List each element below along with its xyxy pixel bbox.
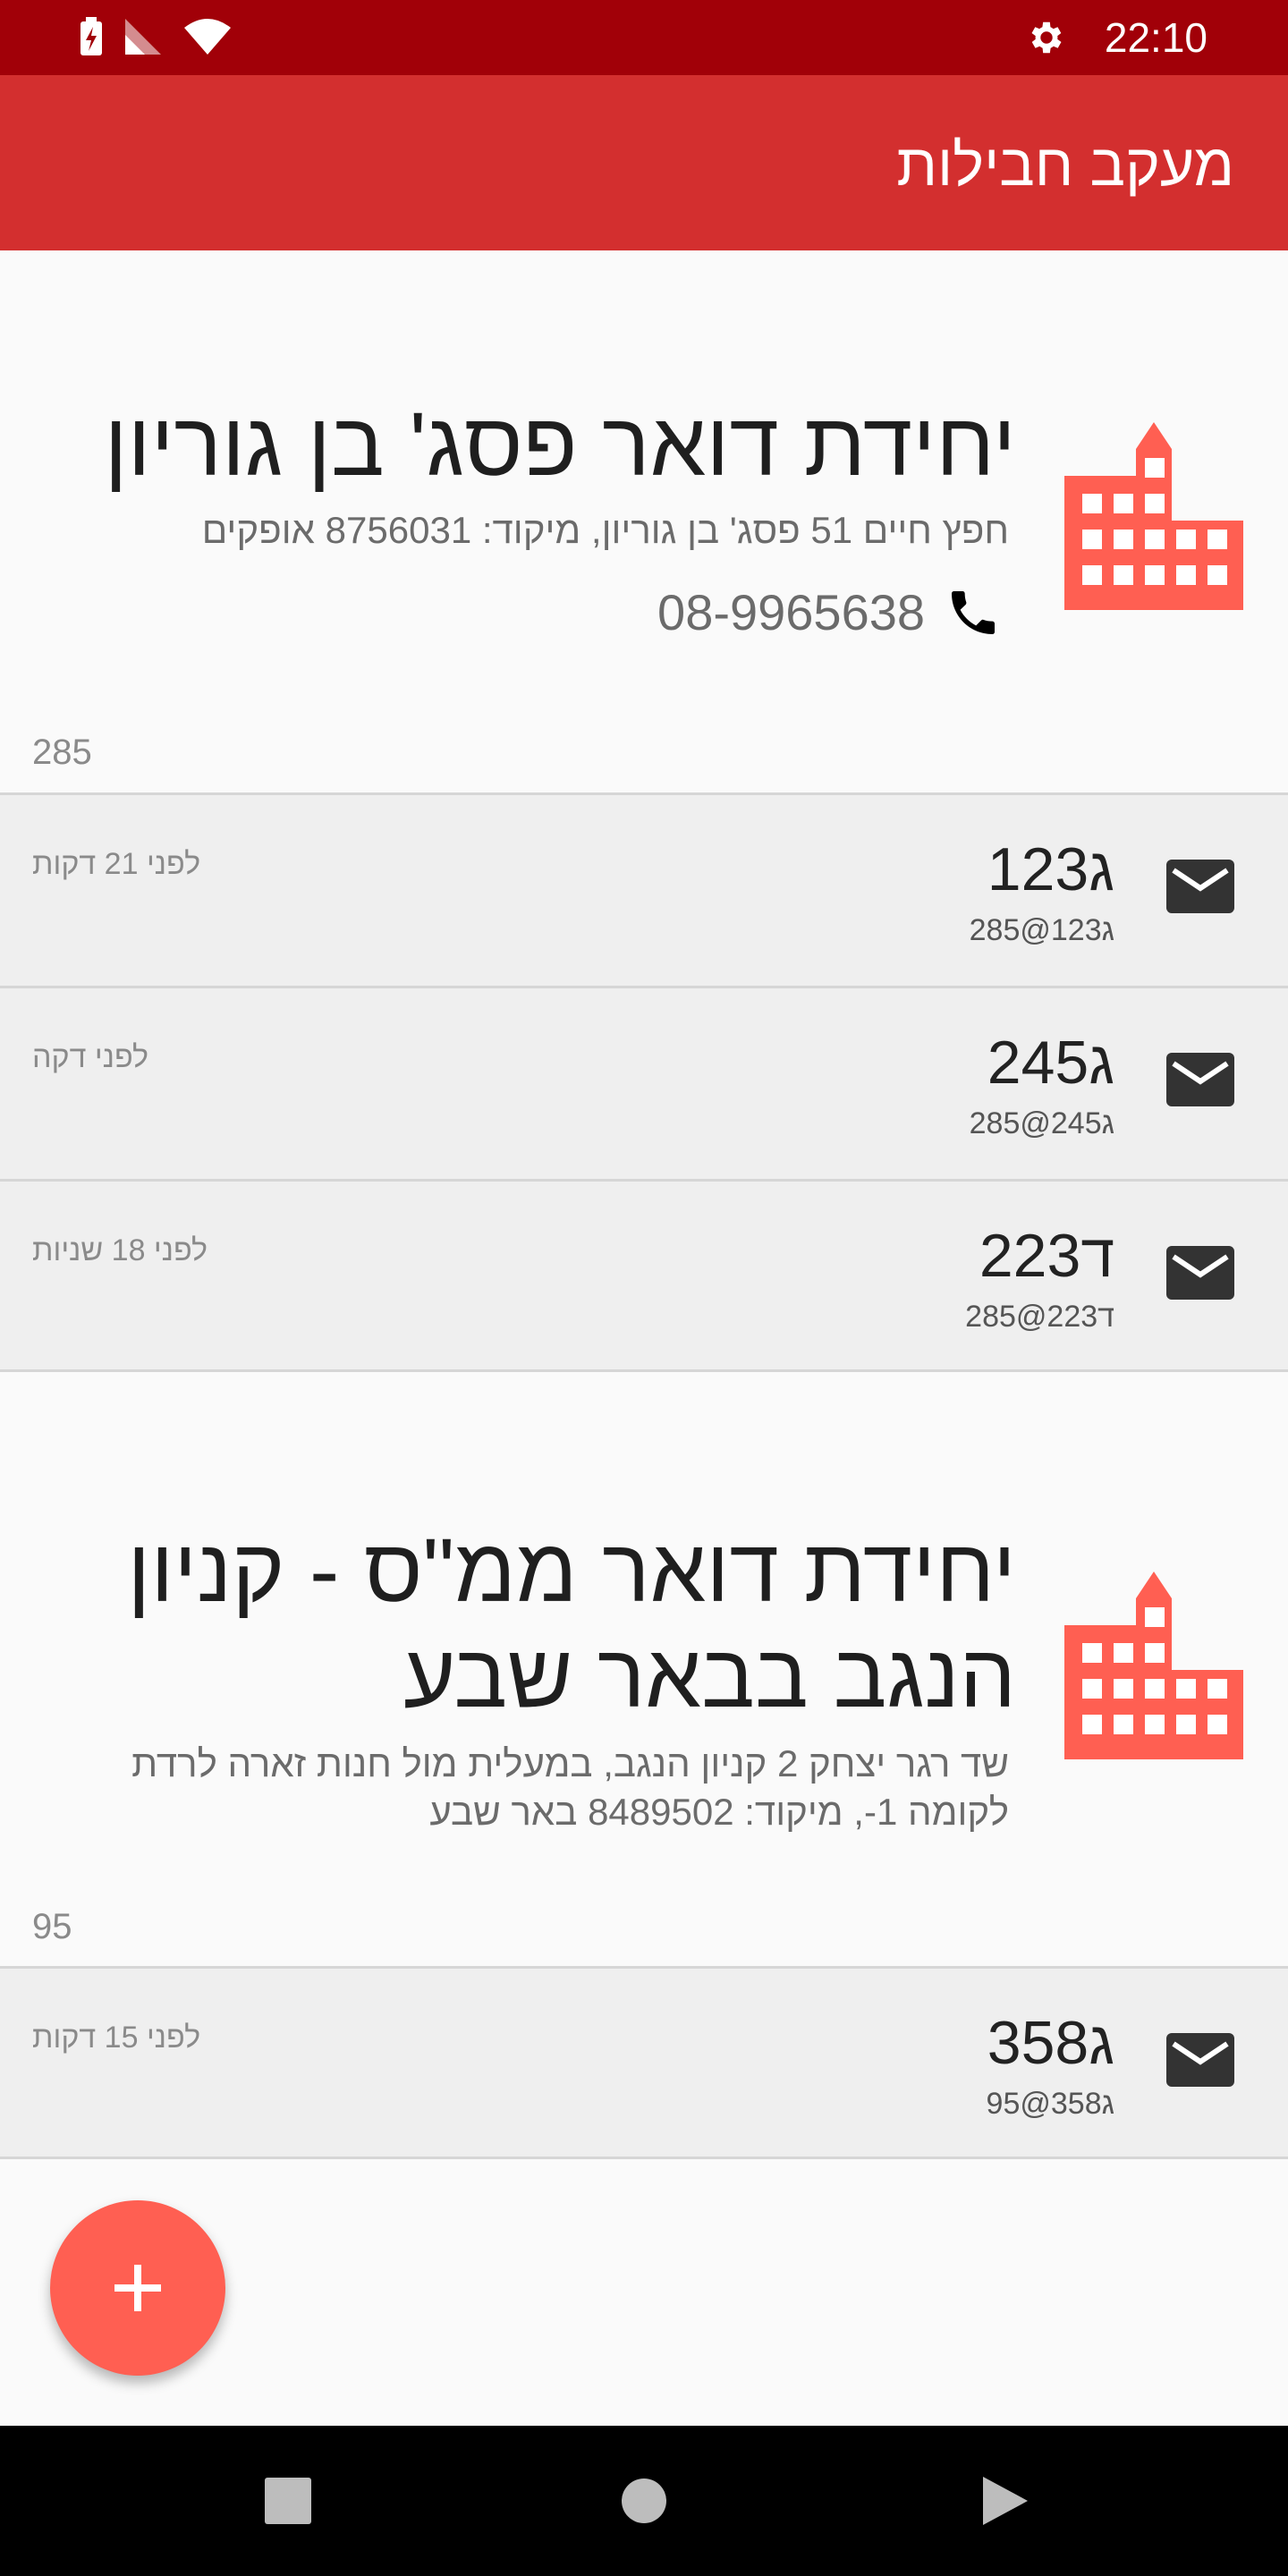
building-icon bbox=[1064, 422, 1243, 610]
package-time: לפני 21 דקות bbox=[32, 847, 201, 881]
battery-charging-icon bbox=[80, 17, 102, 55]
package-code: ד223 bbox=[979, 1222, 1114, 1290]
home-button[interactable] bbox=[590, 2426, 698, 2576]
package-time: לפני 15 דקות bbox=[32, 2021, 201, 2055]
package-email: ג358@95 bbox=[986, 2087, 1114, 2121]
recents-button[interactable] bbox=[234, 2426, 342, 2576]
package-code: ג245 bbox=[987, 1029, 1114, 1097]
status-icons-left bbox=[79, 16, 233, 57]
location-count: 285 bbox=[32, 733, 92, 772]
building-icon bbox=[1064, 1572, 1243, 1759]
phone-number[interactable]: 08-9965638 bbox=[657, 583, 925, 642]
mail-icon bbox=[1166, 1246, 1234, 1300]
signal-icon bbox=[125, 19, 161, 55]
package-time: לפני דקה bbox=[32, 1040, 149, 1074]
app-title: מעקב חבילות bbox=[896, 131, 1234, 198]
location-card[interactable]: יחידת דואר ממ"ס - קניון הנגב בבאר שבע שד… bbox=[0, 1375, 1288, 1968]
mail-icon bbox=[1166, 1053, 1234, 1106]
gear-icon bbox=[1031, 21, 1062, 54]
mail-icon bbox=[1166, 860, 1234, 913]
app-bar: מעקב חבילות bbox=[0, 75, 1288, 250]
navigation-bar bbox=[0, 2426, 1288, 2576]
back-button[interactable] bbox=[952, 2426, 1059, 2576]
package-email: ד223@285 bbox=[965, 1300, 1114, 1334]
home-icon bbox=[622, 2479, 666, 2523]
phone-icon[interactable] bbox=[945, 584, 1002, 641]
back-icon bbox=[983, 2477, 1028, 2525]
status-bar: 22:10 bbox=[0, 0, 1288, 75]
package-email: ג123@285 bbox=[969, 913, 1114, 947]
package-row[interactable]: ג123 ג123@285 לפני 21 דקות bbox=[0, 792, 1288, 986]
package-row[interactable]: ד223 ד223@285 לפני 18 שניות bbox=[0, 1179, 1288, 1372]
location-address: חפץ חיים 51 פסג' בן גוריון, מיקוד: 87560… bbox=[201, 509, 1009, 551]
wifi-icon bbox=[184, 19, 231, 55]
package-row[interactable]: ג245 ג245@285 לפני דקה bbox=[0, 986, 1288, 1179]
add-button[interactable] bbox=[50, 2200, 225, 2376]
location-card[interactable]: יחידת דואר פסג' בן גוריון חפץ חיים 51 פס… bbox=[0, 250, 1288, 794]
status-time: 22:10 bbox=[1104, 14, 1208, 61]
package-code: ג123 bbox=[987, 835, 1114, 903]
location-title: יחידת דואר ממ"ס - קניון הנגב בבאר שבע bbox=[127, 1518, 1016, 1729]
package-code: ג358 bbox=[987, 2009, 1114, 2077]
location-address: שד רגר יצחק 2 קניון הנגב, במעלית מול חנו… bbox=[131, 1740, 1009, 1836]
status-icons-right: 22:10 bbox=[1026, 13, 1208, 63]
phone-row[interactable]: 08-9965638 bbox=[657, 583, 1002, 642]
location-title: יחידת דואר פסג' בן גוריון bbox=[104, 394, 1016, 495]
location-address-line: לקומה 1-, מיקוד: 8489502 באר שבע bbox=[429, 1791, 1009, 1833]
location-count: 95 bbox=[32, 1907, 72, 1946]
package-row[interactable]: ג358 ג358@95 לפני 15 דקות bbox=[0, 1966, 1288, 2159]
location-address-line: שד רגר יצחק 2 קניון הנגב, במעלית מול חנו… bbox=[131, 1742, 1009, 1784]
mail-icon bbox=[1166, 2033, 1234, 2087]
recents-icon bbox=[265, 2478, 311, 2524]
package-email: ג245@285 bbox=[969, 1106, 1114, 1140]
package-time: לפני 18 שניות bbox=[32, 1233, 208, 1267]
plus-icon bbox=[114, 2265, 161, 2311]
location-title-line: יחידת דואר ממ"ס - קניון bbox=[127, 1521, 1016, 1621]
location-title-line: הנגב בבאר שבע bbox=[403, 1626, 1016, 1726]
